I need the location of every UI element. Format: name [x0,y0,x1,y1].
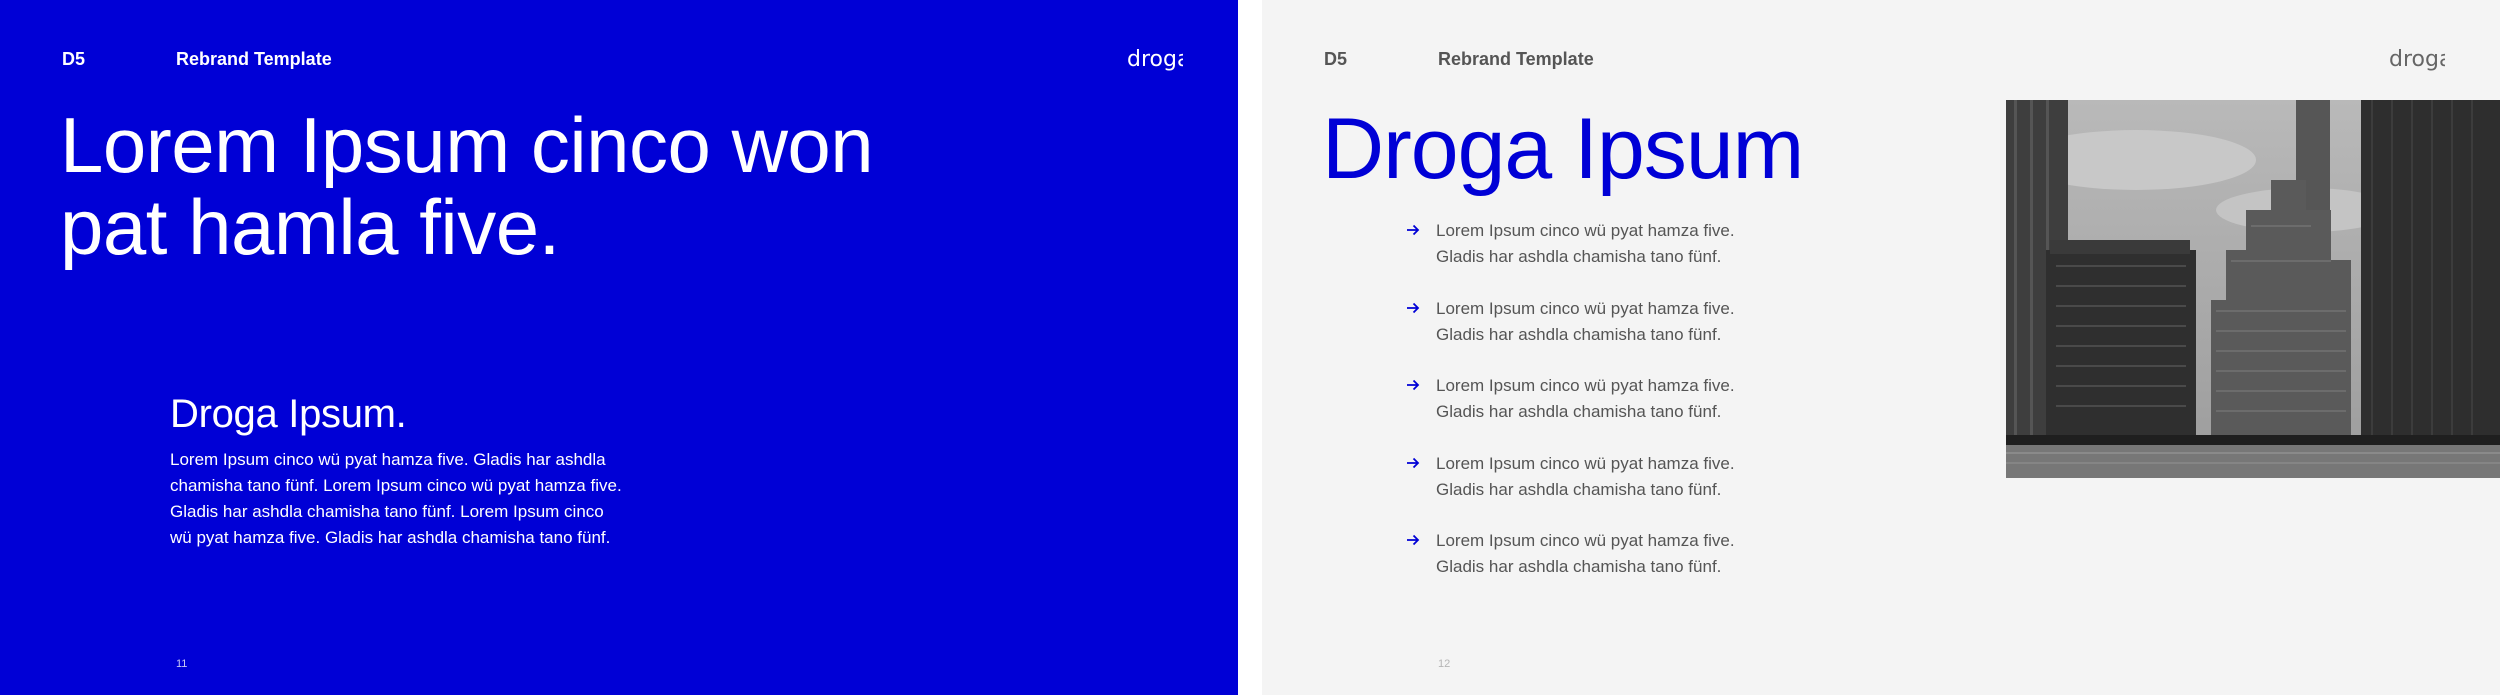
page-number: 11 [176,658,188,670]
subheading: Droga Ipsum. [170,392,407,436]
bullet-list: Lorem Ipsum cinco wü pyat hamza five. Gl… [1406,218,1735,606]
headline-line-1: Lorem Ipsum cinco won [60,101,874,189]
arrow-right-icon [1407,224,1420,236]
list-item: Lorem Ipsum cinco wü pyat hamza five. Gl… [1406,373,1735,451]
arrow-right-icon [1407,302,1420,313]
skyline-illustration [2006,100,2500,478]
droga-logo: droga [2389,47,2445,72]
body-line: chamisha tano fünf. Lorem Ipsum cinco wü… [170,476,622,495]
bullet-line-2: Gladis har ashdla chamisha tano fünf. [1436,479,1722,499]
slide-code: D5 [1324,49,1348,69]
slide-code: D5 [62,49,86,69]
logo-text: droga [2389,47,2445,72]
body-line: wü pyat hamza five. Gladis har ashdla ch… [170,528,611,547]
droga-logo: droga [1127,47,1183,72]
bullet-line-2: Gladis har ashdla chamisha tano fünf. [1436,402,1722,421]
bullet-line-2: Gladis har ashdla chamisha tano fünf. [1436,557,1722,576]
bullet-line-1: Lorem Ipsum cinco wü pyat hamza five. [1436,221,1735,240]
slide-left: D5 Rebrand Template droga Lorem Ipsum ci… [0,0,1238,695]
bullet-line-1: Lorem Ipsum cinco wü pyat hamza five. [1436,298,1735,318]
bullet-line-2: Gladis har ashdla chamisha tano fünf. [1436,247,1722,266]
arrow-right-icon [1407,534,1420,546]
list-item: Lorem Ipsum cinco wü pyat hamza five. Gl… [1406,218,1735,296]
logo-text: droga [1127,47,1183,72]
list-item: Lorem Ipsum cinco wü pyat hamza five. Gl… [1406,451,1735,529]
city-skyline-photo [2006,100,2500,478]
body-line: Gladis har ashdla chamisha tano fünf. Lo… [170,502,604,521]
bullet-line-1: Lorem Ipsum cinco wü pyat hamza five. [1436,531,1735,550]
body-line: Lorem Ipsum cinco wü pyat hamza five. Gl… [170,450,606,469]
bullet-line-2: Gladis har ashdla chamisha tano fünf. [1436,324,1722,344]
template-name: Rebrand Template [1438,49,1594,69]
headline-line-2: pat hamla five. [60,183,560,271]
template-name: Rebrand Template [176,49,332,69]
page-title: Droga Ipsum [1322,101,1804,197]
body-paragraph: Lorem Ipsum cinco wü pyat hamza five. Gl… [170,447,655,551]
bullet-line-1: Lorem Ipsum cinco wü pyat hamza five. [1436,376,1735,395]
arrow-right-icon [1407,457,1420,468]
headline: Lorem Ipsum cinco won pat hamla five. [60,104,1020,268]
arrow-right-icon [1407,379,1420,391]
list-item: Lorem Ipsum cinco wü pyat hamza five. Gl… [1406,528,1735,606]
bullet-line-1: Lorem Ipsum cinco wü pyat hamza five. [1436,453,1735,473]
slide-right: D5 Rebrand Template droga Droga Ipsum Lo… [1262,0,2500,695]
page-number: 12 [1438,658,1451,670]
list-item: Lorem Ipsum cinco wü pyat hamza five. Gl… [1406,296,1735,374]
